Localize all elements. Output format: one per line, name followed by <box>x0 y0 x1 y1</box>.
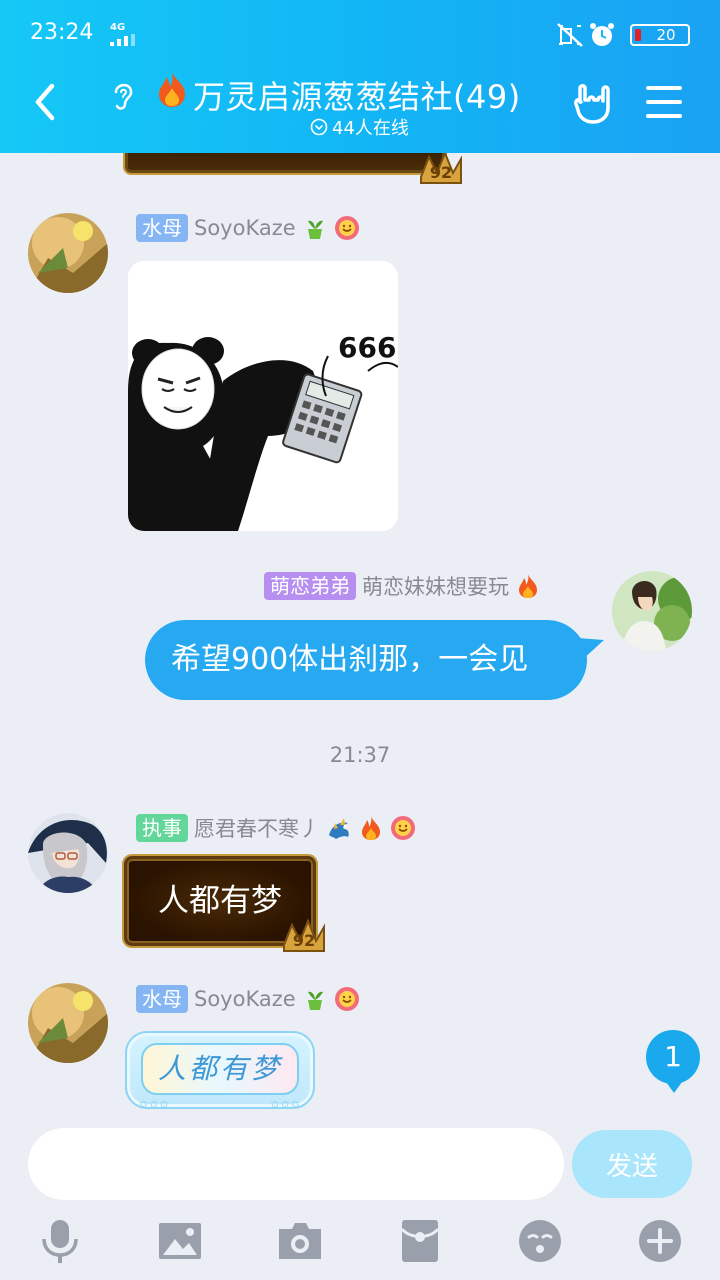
chat-area[interactable]: 92 水母 SoyoKaze 666 萌恋弟弟 萌恋妹妹想要玩 希望900体出刹… <box>0 153 720 1113</box>
avatar[interactable] <box>612 571 692 651</box>
battery-icon: 20 <box>630 24 690 46</box>
smile-flower-icon <box>334 987 359 1011</box>
back-icon[interactable] <box>30 82 60 122</box>
sender-line: 水母 SoyoKaze <box>136 984 360 1014</box>
sender-line: 水母 SoyoKaze <box>136 213 360 243</box>
message-bubble[interactable]: 人都有梦 ✩✩✩ ✩✩✩ <box>125 1031 315 1111</box>
online-count: 44人在线 <box>332 118 409 139</box>
image-icon[interactable] <box>156 1217 204 1265</box>
sender-name[interactable]: 愿君春不寒丿 <box>194 813 320 843</box>
chat-header: 23:24 4G 20 万灵启源葱葱结社(49) 44人在线 <box>0 0 720 153</box>
status-time: 23:24 <box>30 20 94 45</box>
member-tag: 水母 <box>136 214 188 242</box>
dragon-icon <box>329 818 349 839</box>
microphone-icon[interactable] <box>36 1217 84 1265</box>
alarm-icon <box>590 23 614 46</box>
plus-icon[interactable] <box>636 1217 684 1265</box>
mute-icon <box>557 23 583 47</box>
time-separator: 21:37 <box>329 743 391 767</box>
menu-icon[interactable] <box>646 86 682 118</box>
sender-name[interactable]: SoyoKaze <box>194 987 296 1011</box>
message-bubble[interactable]: 希望900体出刹那，一会见 <box>145 620 587 700</box>
emoji-icon[interactable] <box>516 1217 564 1265</box>
bubble-tail <box>578 638 604 660</box>
member-tag: 水母 <box>136 985 188 1013</box>
fire-icon <box>159 72 185 107</box>
status-bar: 23:24 4G 20 <box>0 0 720 70</box>
fire-icon <box>362 816 380 840</box>
group-title[interactable]: 万灵启源葱葱结社(49) <box>193 72 521 118</box>
sender-name[interactable]: 萌恋妹妹想要玩 <box>362 571 509 601</box>
sender-line: 萌恋弟弟 萌恋妹妹想要玩 <box>264 571 541 601</box>
svg-text:92: 92 <box>293 931 315 950</box>
camera-icon[interactable] <box>276 1217 324 1265</box>
sprout-icon <box>307 991 323 1010</box>
level-badge-icon: 92 <box>283 918 325 952</box>
sticker-caption: 666 <box>338 331 396 364</box>
signal-icon <box>110 34 140 46</box>
network-type: 4G <box>110 22 126 33</box>
online-status[interactable]: 44人在线 <box>310 114 409 140</box>
battery-level: 20 <box>656 26 676 44</box>
avatar[interactable] <box>28 983 108 1063</box>
rock-hand-icon[interactable] <box>572 80 614 124</box>
member-tag: 执事 <box>136 814 188 842</box>
sprout-icon <box>307 220 323 239</box>
fire-icon <box>519 574 537 598</box>
message-text: 人都有梦 <box>141 1043 299 1095</box>
previous-message-frame <box>125 153 445 173</box>
ear-icon[interactable] <box>108 78 138 112</box>
level-badge-icon: 92 <box>420 153 462 184</box>
sender-name[interactable]: SoyoKaze <box>194 216 296 240</box>
input-bar: 发送 <box>0 1113 720 1280</box>
svg-text:92: 92 <box>430 163 452 182</box>
chevron-circle-icon <box>310 118 328 136</box>
avatar[interactable] <box>28 213 108 293</box>
sender-line: 执事 愿君春不寒丿 <box>136 813 416 843</box>
smile-flower-icon <box>334 216 359 240</box>
message-input[interactable] <box>28 1128 564 1200</box>
red-packet-icon[interactable] <box>396 1217 444 1265</box>
send-button[interactable]: 发送 <box>572 1130 692 1198</box>
avatar[interactable] <box>28 813 108 893</box>
smile-flower-icon <box>391 816 415 840</box>
sticker-image[interactable]: 666 <box>128 261 398 531</box>
unread-badge[interactable]: 1 <box>646 1030 700 1093</box>
member-tag: 萌恋弟弟 <box>264 572 356 600</box>
